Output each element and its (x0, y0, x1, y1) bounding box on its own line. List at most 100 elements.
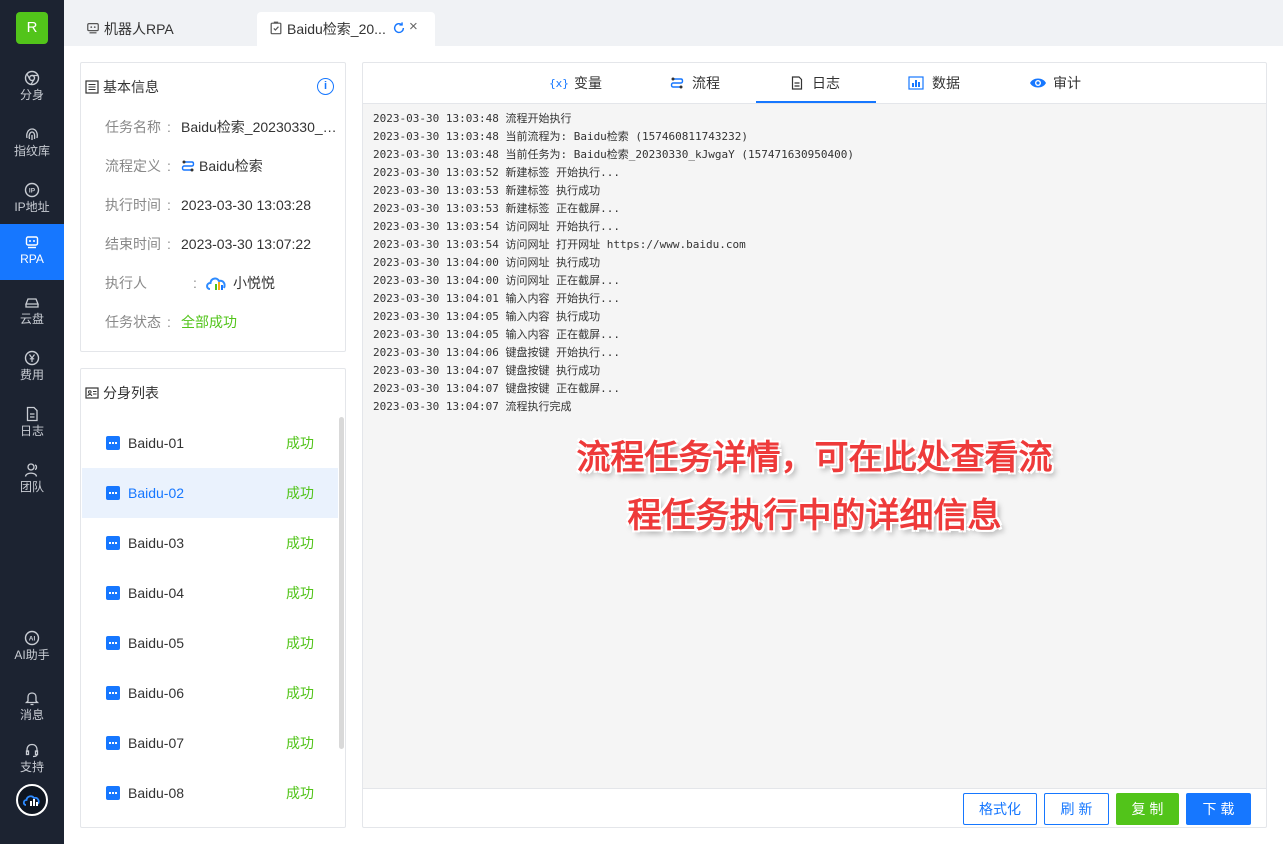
end-time-value: 2023-03-30 13:07:22 (181, 236, 311, 252)
divider (363, 788, 1266, 789)
list-item[interactable]: Baidu-07 成功 (82, 718, 338, 768)
flow-icon (670, 77, 684, 89)
sidebar: R 分身 指纹库 IP IP地址 RPA 云盘 费用 日志 团队 AI AI助手… (0, 0, 64, 844)
field-label: 任务名称 (105, 119, 161, 135)
log-line: 2023-03-30 13:04:00 访问网址 正在截屏... (373, 274, 620, 287)
list-item[interactable]: Baidu-04 成功 (82, 568, 338, 618)
sidebar-item-ai-assistant[interactable]: AI AI助手 (0, 620, 64, 676)
basic-info-card: 基本信息 i 任务名称: Baidu检索_20230330_kJwgaY 流程定… (80, 62, 346, 352)
refresh-button[interactable]: 刷 新 (1044, 793, 1109, 825)
clone-name: Baidu-05 (128, 635, 185, 651)
log-line: 2023-03-30 13:04:00 访问网址 执行成功 (373, 256, 601, 269)
sidebar-item-ip[interactable]: IP IP地址 (0, 172, 64, 228)
list-item[interactable]: Baidu-02 成功 (82, 468, 338, 518)
log-line: 2023-03-30 13:04:07 键盘按键 正在截屏... (373, 382, 620, 395)
tab-logs[interactable]: 日志 (756, 63, 876, 103)
sidebar-item-label: AI助手 (14, 648, 50, 662)
browser-icon (106, 536, 120, 550)
close-icon[interactable]: × (409, 18, 418, 35)
sidebar-item-label: 支持 (19, 760, 44, 774)
annotation-text: 流程任务详情，可在此处查看流 (576, 438, 1053, 478)
document-icon (26, 406, 38, 422)
clone-status: 成功 (286, 685, 314, 701)
browser-icon (106, 686, 120, 700)
sidebar-item-fingerprints[interactable]: 指纹库 (0, 116, 64, 172)
info-row-end-time: 结束时间: 2023-03-30 13:07:22 (105, 234, 345, 254)
field-label: 任务状态 (105, 314, 161, 330)
clone-name: Baidu-08 (128, 785, 185, 801)
tab-data[interactable]: 数据 (896, 63, 1016, 103)
list-item[interactable]: Baidu-06 成功 (82, 668, 338, 718)
clone-list-card: 分身列表 Baidu-01 成功 Baidu-02 成功 Baidu-03 成功… (80, 368, 346, 828)
field-label: 流程定义 (105, 158, 161, 174)
sidebar-item-label: 费用 (19, 368, 44, 382)
log-line: 2023-03-30 13:03:48 流程开始执行 (373, 112, 572, 125)
info-row-start-time: 执行时间: 2023-03-30 13:03:28 (105, 195, 345, 215)
sidebar-item-rpa[interactable]: RPA (0, 224, 64, 280)
clone-name: Baidu-02 (128, 485, 185, 501)
sidebar-item-label: 指纹库 (13, 144, 50, 158)
clipboard-icon (270, 21, 282, 35)
field-label: 结束时间 (105, 236, 161, 252)
log-line: 2023-03-30 13:04:05 输入内容 正在截屏... (373, 328, 620, 341)
tab-task-detail[interactable]: Baidu检索_20... × (257, 12, 435, 46)
start-time-value: 2023-03-30 13:03:28 (181, 197, 311, 213)
sidebar-item-billing[interactable]: 费用 (0, 340, 64, 396)
list-item[interactable]: Baidu-05 成功 (82, 618, 338, 668)
sidebar-item-label: 团队 (19, 480, 44, 494)
log-line: 2023-03-30 13:04:07 流程执行完成 (373, 400, 572, 413)
sidebar-item-cloud-drive[interactable]: 云盘 (0, 284, 64, 340)
log-icon (791, 76, 803, 90)
copy-button[interactable]: 复 制 (1116, 793, 1179, 825)
log-line: 2023-03-30 13:04:01 输入内容 开始执行... (373, 292, 620, 305)
chrome-icon (24, 70, 40, 86)
avatar[interactable] (16, 784, 48, 816)
info-row-flow: 流程定义: Baidu检索 (105, 156, 345, 176)
tab-variables[interactable]: {x} 变量 (536, 63, 656, 103)
list-item[interactable]: Baidu-08 成功 (82, 768, 338, 818)
log-line: 2023-03-30 13:03:48 当前流程为: Baidu检索 (1574… (373, 130, 749, 143)
clone-name: Baidu-03 (128, 535, 185, 551)
sidebar-item-messages[interactable]: 消息 (0, 680, 64, 736)
ip-icon: IP (24, 182, 40, 198)
sidebar-item-clones[interactable]: 分身 (0, 60, 64, 116)
browser-icon (106, 736, 120, 750)
task-name-value: Baidu检索_20230330_kJwgaY (181, 119, 343, 135)
download-button[interactable]: 下 载 (1186, 793, 1251, 825)
clone-name: Baidu-06 (128, 685, 185, 701)
headset-icon (25, 743, 39, 758)
log-line: 2023-03-30 13:03:53 新建标签 执行成功 (373, 184, 601, 197)
robot-icon (25, 236, 39, 249)
list-item[interactable]: Baidu-01 成功 (82, 418, 338, 468)
sidebar-item-support[interactable]: 支持 (0, 732, 64, 788)
tab-label: 审计 (1053, 75, 1081, 91)
info-icon[interactable]: i (317, 78, 334, 95)
svg-text:IP: IP (29, 188, 36, 195)
log-output[interactable]: 2023-03-30 13:03:48 流程开始执行 2023-03-30 13… (363, 104, 1266, 788)
sidebar-item-team[interactable]: 团队 (0, 452, 64, 508)
tab-bar: 机器人RPA Baidu检索_20... × (64, 0, 1283, 46)
sidebar-item-label: 分身 (19, 88, 44, 102)
clone-status: 成功 (286, 535, 314, 551)
tab-audit[interactable]: 审计 (1016, 63, 1136, 103)
bell-icon (24, 692, 40, 706)
detail-panel: {x} 变量 流程 日志 数据 审计 2023-03-30 13:03:48 流… (362, 62, 1267, 828)
refresh-icon[interactable] (392, 21, 406, 35)
ai-icon: AI (24, 630, 40, 646)
card-title: 分身列表 (103, 385, 159, 401)
sidebar-item-label: IP地址 (14, 200, 50, 214)
cloud-logo-icon (22, 795, 40, 806)
format-button[interactable]: 格式化 (963, 793, 1037, 825)
app-logo[interactable]: R (16, 12, 48, 44)
cloud-drive-icon (25, 298, 39, 308)
list-icon (85, 80, 99, 94)
tab-robot-rpa[interactable]: 机器人RPA (86, 12, 256, 46)
flow-value[interactable]: Baidu检索 (181, 156, 343, 176)
log-line: 2023-03-30 13:03:54 访问网址 打开网址 https://ww… (373, 238, 746, 251)
scrollbar[interactable] (339, 417, 344, 749)
robot-icon (87, 23, 99, 34)
browser-icon (106, 436, 120, 450)
list-item[interactable]: Baidu-03 成功 (82, 518, 338, 568)
svg-text:AI: AI (29, 636, 36, 643)
sidebar-item-logs[interactable]: 日志 (0, 396, 64, 452)
